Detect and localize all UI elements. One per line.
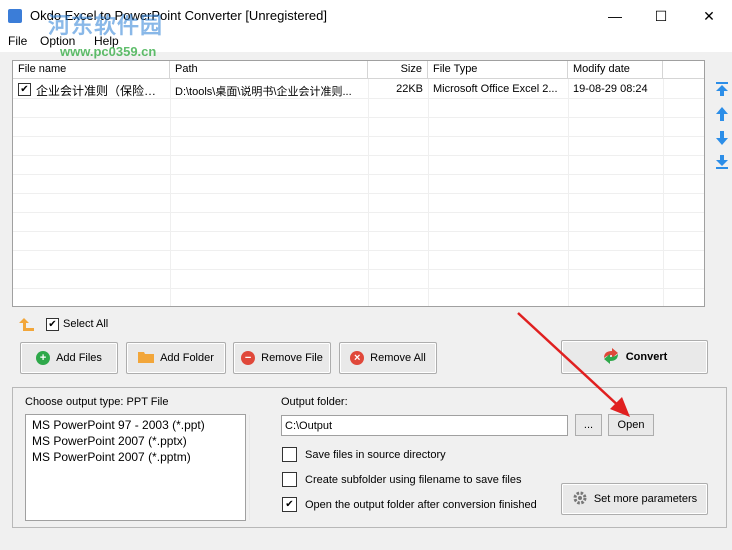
move-down-icon[interactable] <box>714 129 730 147</box>
output-folder-label: Output folder: <box>281 396 348 408</box>
format-option-ppt[interactable]: MS PowerPoint 97 - 2003 (*.ppt) <box>32 418 205 432</box>
remove-file-label: Remove File <box>261 352 323 364</box>
row-checkbox[interactable]: ✔ <box>18 83 31 96</box>
column-header-file-type[interactable]: File Type <box>428 61 568 79</box>
column-header-modify-date[interactable]: Modify date <box>568 61 663 79</box>
create-subfolder-label: Create subfolder using filename to save … <box>305 473 522 486</box>
watermark-url: www.pc0359.cn <box>60 44 157 59</box>
grid-line <box>13 98 704 99</box>
column-header-file-name[interactable]: File name <box>13 61 170 79</box>
create-subfolder-checkbox[interactable] <box>282 472 297 487</box>
list-divider <box>249 415 250 520</box>
cell-file-type: Microsoft Office Excel 2... <box>433 83 558 95</box>
format-option-pptx[interactable]: MS PowerPoint 2007 (*.pptx) <box>32 434 187 448</box>
select-all-checkbox[interactable]: ✔ <box>46 318 59 331</box>
grid-line <box>13 155 704 156</box>
annotation-arrow <box>517 312 630 417</box>
column-header-size[interactable]: Size <box>368 61 428 79</box>
annotation-arrow-line <box>517 312 623 410</box>
grid-line <box>13 212 704 213</box>
app-icon <box>8 9 22 23</box>
set-more-parameters-label: Set more parameters <box>593 493 698 505</box>
menu-file[interactable]: File <box>8 34 27 48</box>
minus-icon: − <box>241 351 256 365</box>
move-top-icon[interactable] <box>714 80 730 98</box>
column-header-path[interactable]: Path <box>170 61 368 79</box>
add-folder-button[interactable]: Add Folder <box>126 342 226 374</box>
remove-all-button[interactable]: × Remove All <box>339 342 437 374</box>
save-in-source-label: Save files in source directory <box>305 448 446 461</box>
remove-all-label: Remove All <box>370 352 426 364</box>
file-list-table[interactable]: File name Path Size File Type Modify dat… <box>12 60 705 307</box>
cell-size: 22KB <box>396 83 423 95</box>
save-in-source-checkbox[interactable] <box>282 447 297 462</box>
grid-line <box>13 174 704 175</box>
move-bottom-icon[interactable] <box>714 153 730 171</box>
set-more-parameters-button[interactable]: Set more parameters <box>561 483 708 515</box>
folder-icon <box>138 350 155 366</box>
option-open-output-folder[interactable]: ✔ Open the output folder after conversio… <box>282 497 537 512</box>
option-save-in-source[interactable]: Save files in source directory <box>282 447 446 462</box>
cell-file-name: 企业会计准则（保险公... <box>36 84 167 98</box>
format-option-pptm[interactable]: MS PowerPoint 2007 (*.pptm) <box>32 450 191 464</box>
watermark-logo: 河东软件园 <box>48 14 164 39</box>
grid-line <box>13 269 704 270</box>
plus-icon: + <box>36 351 51 365</box>
grid-line <box>13 193 704 194</box>
cell-modify-date: 19-08-29 08:24 <box>573 83 648 95</box>
table-row[interactable]: ✔ 企业会计准则（保险公... D:\tools\桌面\说明书\企业会计准则..… <box>13 80 704 98</box>
open-output-folder-checkbox[interactable]: ✔ <box>282 497 297 512</box>
add-folder-label: Add Folder <box>160 352 214 364</box>
grid-line <box>13 288 704 289</box>
minimize-button[interactable]: — <box>592 0 638 32</box>
maximize-button[interactable]: ☐ <box>638 0 684 32</box>
table-header: File name Path Size File Type Modify dat… <box>13 61 704 79</box>
grid-line <box>13 117 704 118</box>
add-files-label: Add Files <box>56 352 102 364</box>
add-files-button[interactable]: + Add Files <box>20 342 118 374</box>
cell-path: D:\tools\桌面\说明书\企业会计准则... <box>175 86 352 98</box>
up-level-icon[interactable] <box>18 316 36 332</box>
select-all-label: Select All <box>63 318 109 330</box>
open-output-folder-label: Open the output folder after conversion … <box>305 498 537 511</box>
close-button[interactable]: ✕ <box>686 0 732 32</box>
grid-line <box>13 250 704 251</box>
grid-line <box>13 231 704 232</box>
grid-line <box>13 136 704 137</box>
gear-icon <box>572 490 588 509</box>
output-format-list[interactable]: MS PowerPoint 97 - 2003 (*.ppt) MS Power… <box>25 414 250 521</box>
move-up-icon[interactable] <box>714 105 730 123</box>
remove-file-button[interactable]: − Remove File <box>233 342 331 374</box>
option-create-subfolder[interactable]: Create subfolder using filename to save … <box>282 472 521 487</box>
output-type-label: Choose output type: PPT File <box>25 396 169 408</box>
remove-all-x-icon: × <box>350 351 365 365</box>
